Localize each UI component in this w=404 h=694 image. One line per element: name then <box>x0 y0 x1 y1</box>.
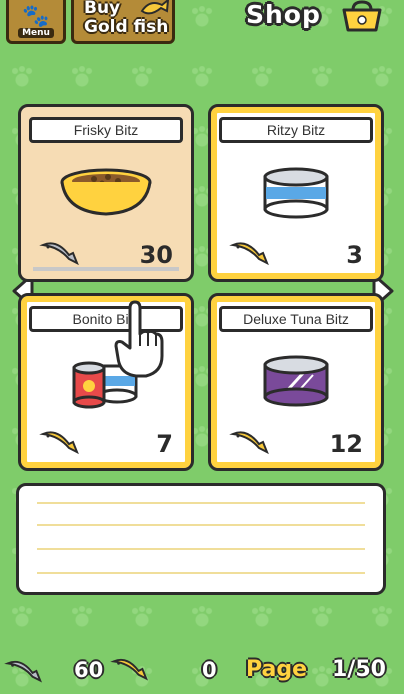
page-label: Page <box>246 657 308 682</box>
product-price: 12 <box>329 430 363 458</box>
product-name: Deluxe Tuna Bitz <box>219 306 373 332</box>
gold-fish-count: 0 <box>202 658 217 682</box>
paw-icon: 🐾 <box>22 4 50 29</box>
gold-fish-icon <box>39 431 79 455</box>
menu-button[interactable]: 🐾 Menu <box>6 0 66 44</box>
buy-label: Buy <box>84 0 121 18</box>
gold-fish-icon <box>140 0 170 15</box>
silver-fish-count: 60 <box>74 658 104 682</box>
buy-gold-fish-button[interactable]: Buy Gold fish <box>71 0 175 44</box>
menu-label: Menu <box>18 28 54 38</box>
product-name: Frisky Bitz <box>29 117 183 143</box>
pointing-hand-icon <box>114 300 164 378</box>
price-row: 7 <box>33 428 179 460</box>
product-name: Ritzy Bitz <box>219 117 373 143</box>
silver-fish-icon <box>4 660 43 683</box>
price-row: 30 <box>33 239 179 271</box>
blue-can-image <box>219 149 373 237</box>
product-price: 7 <box>156 430 173 458</box>
gold-fish-label: Gold fish <box>84 17 169 37</box>
product-card-deluxe-tuna-bitz[interactable]: Deluxe Tuna Bitz 12 <box>208 293 384 471</box>
product-card-frisky-bitz[interactable]: Frisky Bitz 30 <box>18 104 194 282</box>
food-bowl-image <box>29 149 183 237</box>
shopping-bag-icon <box>342 0 382 32</box>
product-card-ritzy-bitz[interactable]: Ritzy Bitz 3 <box>208 104 384 282</box>
description-line <box>37 548 365 550</box>
description-line <box>37 572 365 574</box>
gold-fish-icon <box>229 431 269 455</box>
food-bowl-icon <box>60 168 152 216</box>
page-title: Shop <box>246 0 321 29</box>
product-price: 30 <box>139 241 173 269</box>
page-number: 1/50 <box>332 657 386 682</box>
description-line <box>37 524 365 526</box>
purple-can-image <box>219 338 373 426</box>
gold-fish-icon <box>110 658 149 681</box>
product-price: 3 <box>346 241 363 269</box>
blue-can-icon <box>263 167 329 219</box>
description-line <box>37 502 365 504</box>
silver-fish-icon <box>39 242 79 266</box>
item-description-box <box>16 483 386 595</box>
gold-fish-icon <box>229 242 269 266</box>
currency-bar: 60 0 Page 1/50 <box>0 650 404 694</box>
price-row: 12 <box>223 428 369 460</box>
purple-can-icon <box>263 355 329 407</box>
price-row: 3 <box>223 239 369 271</box>
